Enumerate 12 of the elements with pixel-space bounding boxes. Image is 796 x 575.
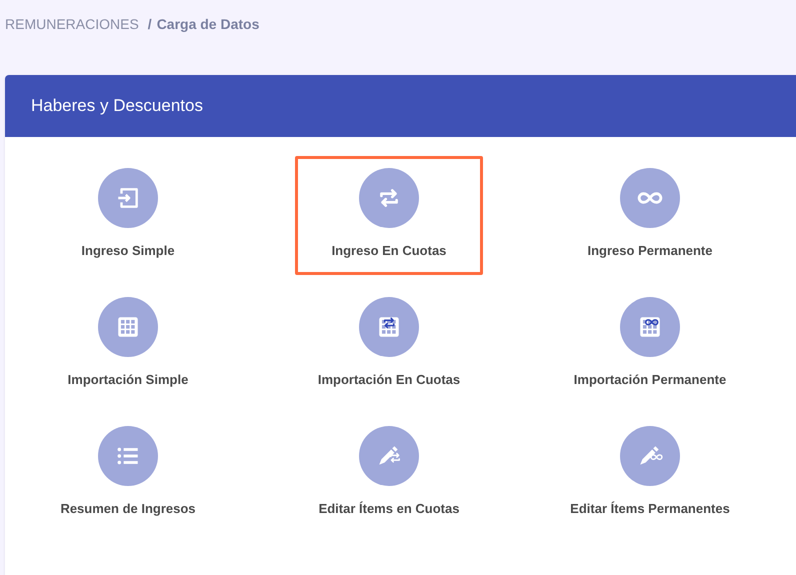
menu-tile[interactable]: Ingreso Simple <box>34 156 222 275</box>
menu-tile[interactable]: Ingreso Permanente <box>556 156 744 275</box>
card-title: Haberes y Descuentos <box>31 96 203 116</box>
menu-tile[interactable]: Importación Simple <box>34 285 222 404</box>
menu-tile[interactable]: Editar Ítems Permanentes <box>556 414 744 533</box>
menu-tile[interactable]: Editar Ítems en Cuotas <box>295 414 483 533</box>
breadcrumb-separator: / <box>148 16 152 32</box>
breadcrumb-current: Carga de Datos <box>156 16 260 32</box>
menu-tile[interactable]: Importación Permanente <box>556 285 744 404</box>
menu-tile[interactable]: Importación En Cuotas <box>295 285 483 404</box>
menu-tile[interactable]: Ingreso En Cuotas <box>295 156 483 275</box>
menu-tile[interactable]: Resumen de Ingresos <box>34 414 222 533</box>
